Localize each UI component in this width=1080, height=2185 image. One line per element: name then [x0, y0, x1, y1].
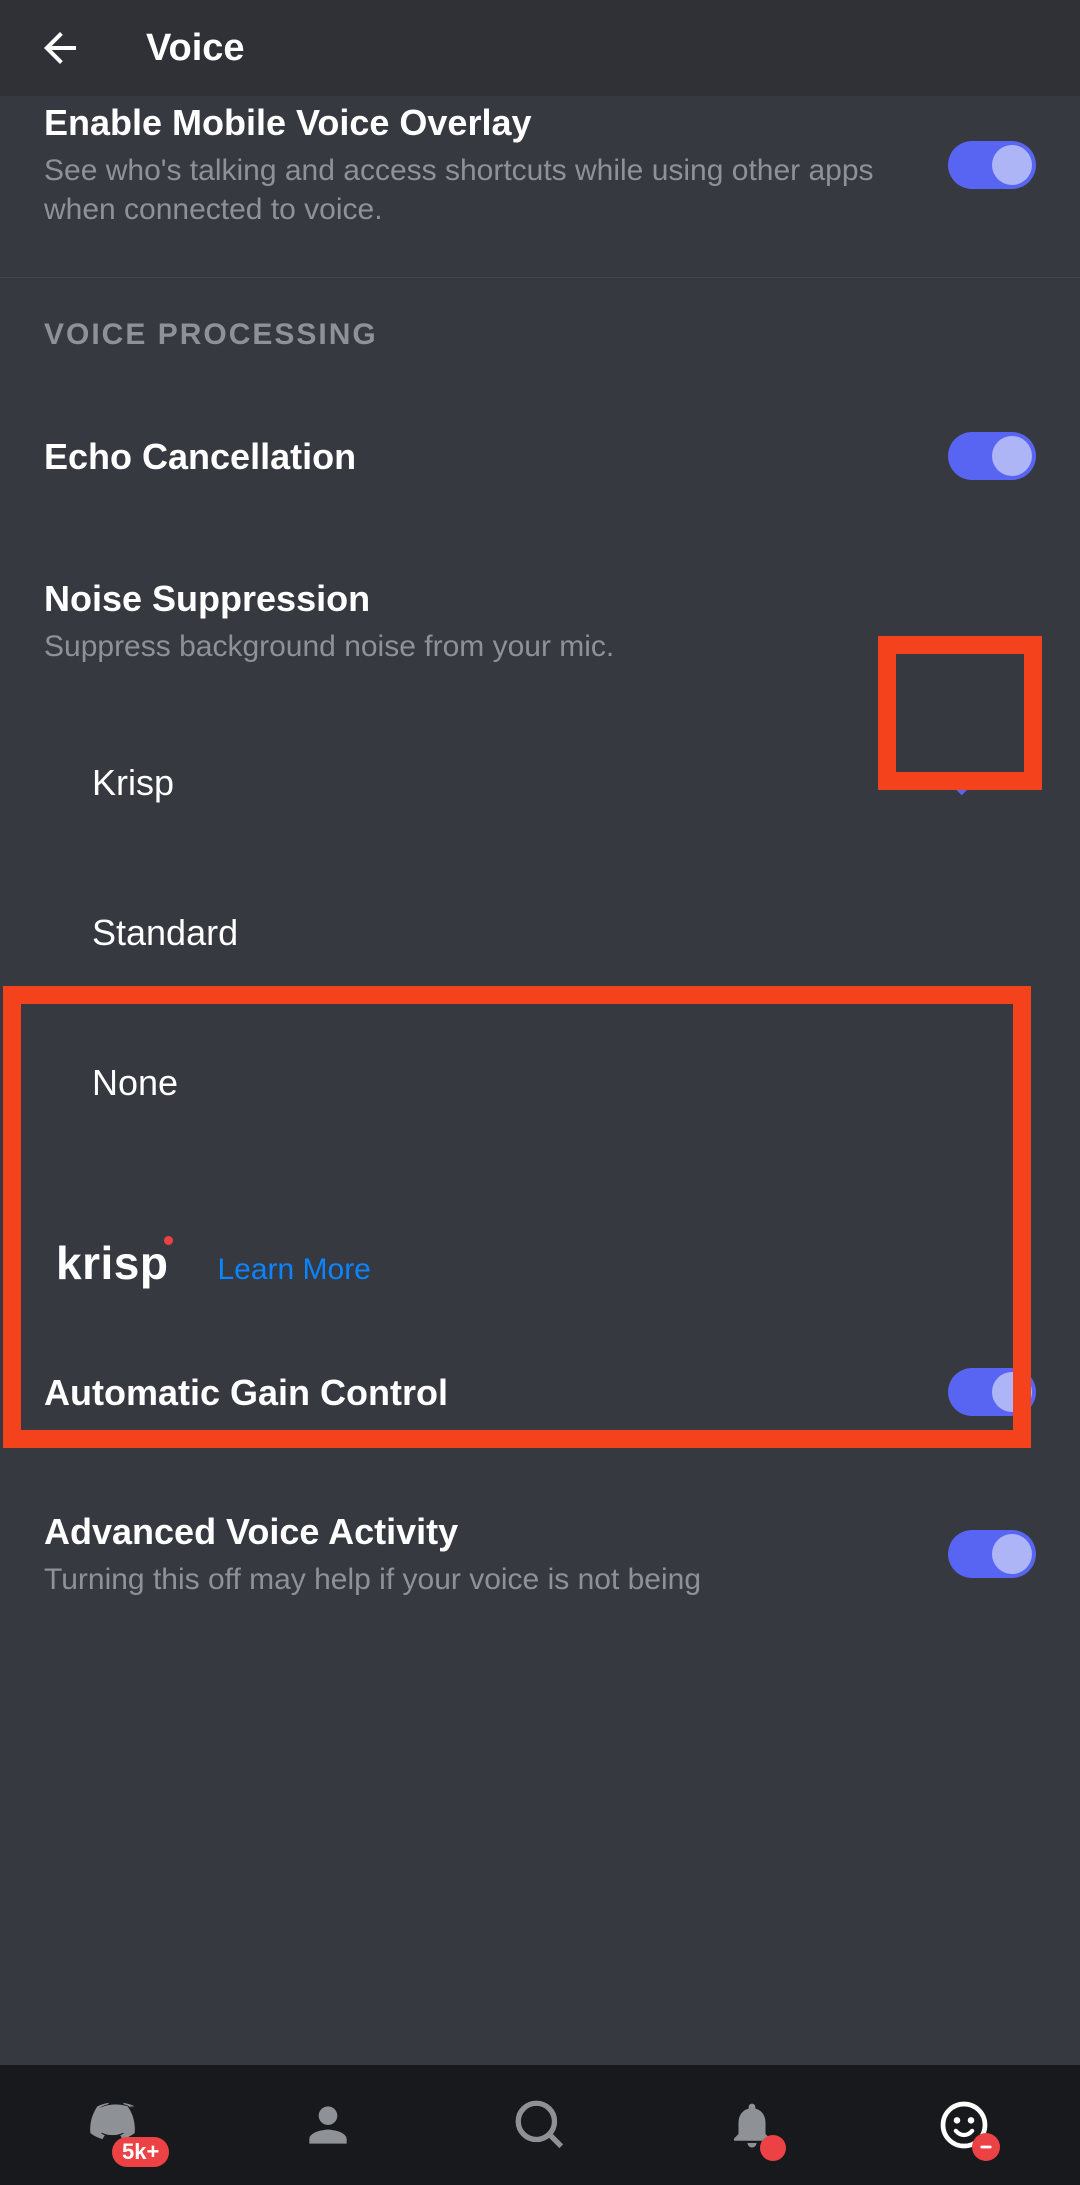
setting-row-echo-cancellation[interactable]: Echo Cancellation: [0, 366, 1080, 546]
nav-tab-notifications[interactable]: [702, 2075, 802, 2175]
krisp-logo-text: krisp: [56, 1237, 168, 1289]
section-header-voice-processing: VOICE PROCESSING: [0, 278, 1080, 366]
nav-tab-search[interactable]: [490, 2075, 590, 2175]
agc-title: Automatic Gain Control: [44, 1370, 924, 1415]
noise-title: Noise Suppression: [44, 576, 1036, 621]
check-icon: [946, 762, 988, 804]
page-title: Voice: [146, 27, 245, 70]
noise-suppression-options: Krisp Standard None: [0, 676, 1080, 1190]
nav-profile-status-dnd-icon: [972, 2133, 1000, 2161]
content-scroll[interactable]: Enable Mobile Voice Overlay See who's ta…: [0, 96, 1080, 1599]
setting-row-mobile-voice-overlay[interactable]: Enable Mobile Voice Overlay See who's ta…: [0, 96, 1080, 277]
noise-option-krisp[interactable]: Krisp: [0, 708, 1080, 858]
echo-title: Echo Cancellation: [44, 434, 924, 479]
noise-option-label: Standard: [92, 912, 238, 954]
krisp-logo: krisp: [56, 1240, 177, 1286]
krisp-branding-row: krisp Learn More: [0, 1190, 1080, 1297]
friends-icon: [300, 2097, 356, 2153]
noise-option-none[interactable]: None: [0, 1008, 1080, 1158]
nav-tab-friends[interactable]: [278, 2075, 378, 2175]
krisp-learn-more-link[interactable]: Learn More: [217, 1253, 370, 1287]
agc-toggle[interactable]: [948, 1368, 1036, 1416]
nav-home-badge: 5k+: [112, 2137, 169, 2167]
advanced-title: Advanced Voice Activity: [44, 1509, 924, 1554]
setting-row-advanced-voice-activity[interactable]: Advanced Voice Activity Turning this off…: [0, 1487, 1080, 1599]
noise-option-label: Krisp: [92, 762, 174, 804]
krisp-logo-dot-icon: [164, 1236, 173, 1245]
arrow-left-icon: [36, 24, 84, 72]
overlay-desc: See who's talking and access shortcuts w…: [44, 151, 924, 229]
search-icon: [511, 2096, 569, 2154]
noise-option-label: None: [92, 1062, 178, 1104]
noise-option-standard[interactable]: Standard: [0, 858, 1080, 1008]
nav-tab-profile[interactable]: [914, 2075, 1014, 2175]
advanced-desc: Turning this off may help if your voice …: [44, 1560, 924, 1599]
bottom-nav: 5k+: [0, 2065, 1080, 2185]
nav-notifications-dot: [760, 2135, 786, 2161]
overlay-toggle[interactable]: [948, 141, 1036, 189]
nav-tab-home[interactable]: 5k+: [66, 2075, 166, 2175]
noise-desc: Suppress background noise from your mic.: [44, 627, 1036, 666]
header: Voice: [0, 0, 1080, 96]
setting-row-automatic-gain-control[interactable]: Automatic Gain Control: [0, 1297, 1080, 1487]
back-button[interactable]: [30, 18, 90, 78]
overlay-title: Enable Mobile Voice Overlay: [44, 100, 924, 145]
setting-row-noise-suppression: Noise Suppression Suppress background no…: [0, 546, 1080, 676]
advanced-toggle[interactable]: [948, 1530, 1036, 1578]
echo-toggle[interactable]: [948, 432, 1036, 480]
